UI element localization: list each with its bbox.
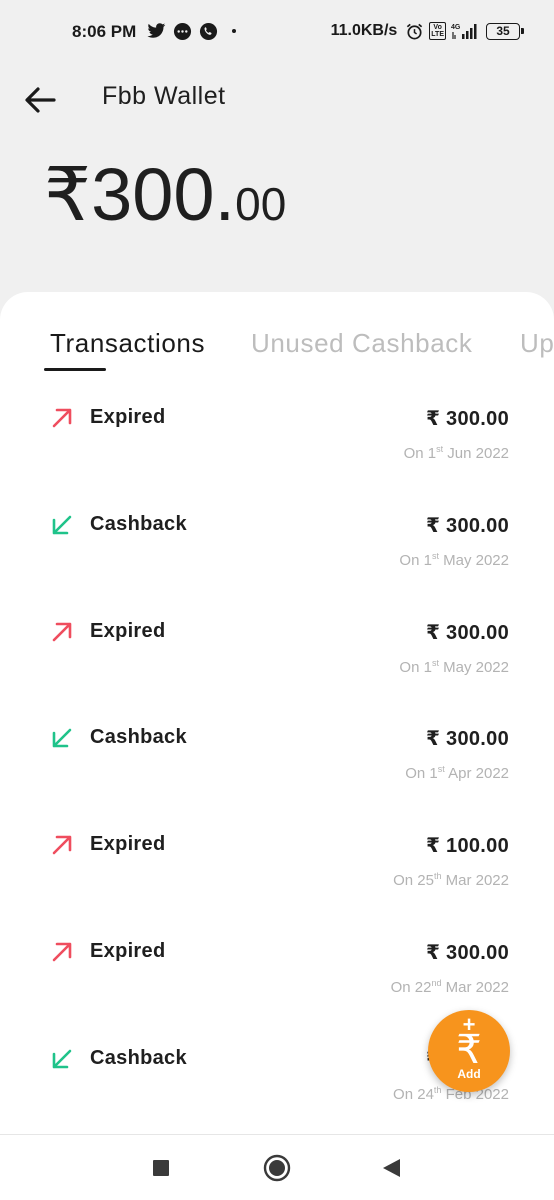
notification-icons (146, 21, 236, 41)
arrow-down-left-icon (50, 513, 74, 537)
add-label: Add (457, 1067, 481, 1081)
transaction-date: On 1st May 2022 (399, 551, 509, 569)
transactions-sheet: Transactions Unused Cashback Up Expired ₹… (0, 292, 554, 1134)
transaction-date: On 1st May 2022 (399, 658, 509, 676)
date-day: On 1 (405, 765, 438, 783)
date-month-year: Jun 2022 (443, 445, 509, 462)
tab-bar: Transactions Unused Cashback Up (0, 292, 554, 382)
date-day: On 1 (399, 658, 432, 676)
system-nav-bar (0, 1134, 554, 1200)
transaction-row[interactable]: Expired ₹ 300.00 On 1st Jun 2022 (0, 392, 554, 499)
arrow-up-right-icon (50, 940, 74, 964)
battery-icon: 35 (486, 22, 524, 40)
transaction-amount: ₹ 300.00 (425, 408, 509, 430)
transaction-date: On 25th Mar 2022 (393, 871, 509, 889)
tab-upcoming[interactable]: Up (520, 328, 554, 359)
date-month-year: May 2022 (438, 551, 509, 569)
transaction-type: Expired (90, 833, 166, 856)
balance-currency: ₹ (44, 153, 92, 236)
phone-icon (198, 21, 218, 41)
transaction-row[interactable]: Expired ₹ 100.00 On 25th Mar 2022 (0, 819, 554, 926)
tab-unused-cashback[interactable]: Unused Cashback (251, 328, 472, 359)
circle-icon (263, 1154, 291, 1182)
back-nav-button[interactable] (374, 1151, 408, 1185)
date-day: On 1 (403, 445, 437, 462)
date-ordinal: st (431, 657, 439, 668)
page-title: Fbb Wallet (102, 82, 226, 110)
transaction-type: Expired (90, 939, 166, 962)
transaction-row[interactable]: Cashback ₹ 300.00 On 1st May 2022 (0, 499, 554, 606)
date-day: On 24 (393, 1085, 434, 1103)
balance-integer: 300. (91, 153, 236, 236)
date-month-year: Mar 2022 (441, 872, 509, 890)
active-tab-indicator (44, 368, 106, 371)
arrow-up-right-icon (50, 620, 74, 644)
transaction-type: Cashback (90, 512, 187, 535)
tab-transactions[interactable]: Transactions (50, 328, 205, 359)
date-day: On 25 (393, 872, 434, 890)
messages-icon (172, 21, 192, 41)
arrow-down-left-icon (50, 726, 74, 750)
recents-button[interactable] (144, 1151, 178, 1185)
rupee-icon: ₹ (456, 1028, 482, 1072)
balance-decimal: 00 (235, 178, 287, 230)
home-button[interactable] (260, 1151, 294, 1185)
transaction-amount: ₹ 300.00 (425, 621, 509, 644)
arrow-left-icon (25, 87, 56, 113)
status-bar: 8:06 PM 11.0KB/s Vo LTE 4G 35 (0, 0, 554, 62)
transaction-date: On 22nd Mar 2022 (391, 978, 509, 996)
transaction-row[interactable]: Expired ₹ 300.00 On 1st May 2022 (0, 606, 554, 713)
arrow-up-right-icon (50, 833, 74, 857)
transaction-type: Cashback (90, 1046, 187, 1069)
date-ordinal: st (437, 764, 445, 775)
arrow-down-left-icon (50, 1047, 74, 1071)
arrow-up-right-icon (50, 406, 74, 430)
date-ordinal: st (431, 550, 439, 561)
back-button[interactable] (20, 80, 60, 120)
transaction-type: Expired (90, 406, 166, 428)
status-time: 8:06 PM (72, 22, 137, 41)
date-ordinal: nd (431, 977, 442, 988)
transaction-amount: ₹ 300.00 (425, 514, 509, 537)
transaction-type: Expired (90, 619, 166, 642)
wallet-balance: ₹300.00 (44, 152, 286, 238)
transaction-amount: ₹ 300.00 (425, 728, 509, 751)
date-month-year: May 2022 (438, 658, 509, 676)
volte-badge: Vo LTE (429, 22, 446, 40)
net-speed: 11.0KB/s (330, 22, 398, 39)
date-day: On 1 (399, 551, 432, 569)
transaction-amount: ₹ 100.00 (425, 835, 509, 858)
system-status: 11.0KB/s Vo LTE 4G 35 (330, 21, 524, 41)
date-month-year: Apr 2022 (444, 765, 509, 783)
signal-icon: 4G (451, 21, 481, 41)
date-day: On 22 (390, 978, 432, 996)
svg-text:4G: 4G (451, 24, 461, 31)
twitter-icon (146, 21, 166, 41)
more-notifications-dot (232, 29, 236, 33)
date-month-year: Mar 2022 (441, 978, 509, 996)
transaction-type: Cashback (90, 726, 187, 749)
transaction-date: On 1st Jun 2022 (404, 444, 509, 462)
transaction-date: On 1st Apr 2022 (405, 764, 509, 782)
wallet-screen: 8:06 PM 11.0KB/s Vo LTE 4G 35 Fbb Wallet… (0, 0, 554, 1200)
transaction-amount: ₹ 300.00 (425, 941, 509, 964)
alarm-icon (404, 21, 424, 41)
triangle-back-icon (383, 1159, 400, 1177)
transaction-row[interactable]: Cashback ₹ 300.00 On 1st Apr 2022 (0, 712, 554, 819)
square-icon (153, 1160, 169, 1176)
add-money-button[interactable]: + ₹ Add (428, 1010, 510, 1092)
